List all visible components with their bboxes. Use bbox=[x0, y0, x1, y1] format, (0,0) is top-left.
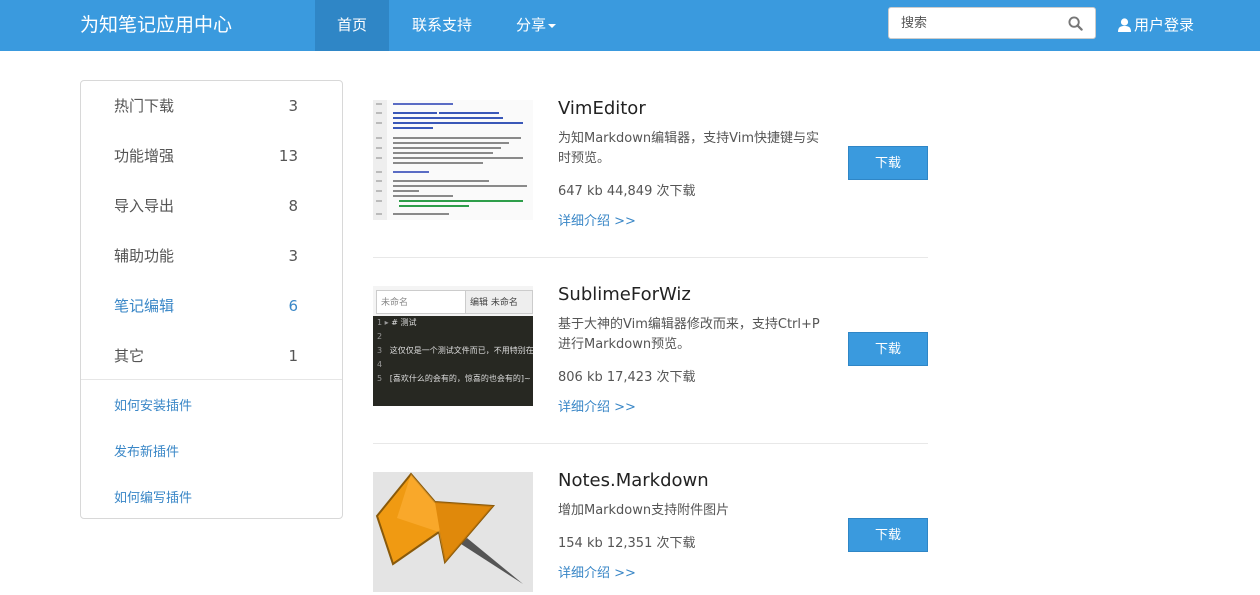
plugin-name[interactable]: Notes.Markdown bbox=[558, 470, 709, 491]
nav-support[interactable]: 联系支持 bbox=[389, 0, 495, 51]
sidebar-divider bbox=[81, 379, 342, 380]
plugin-description: 为知Markdown编辑器，支持Vim快捷键与实时预览。 bbox=[558, 131, 820, 166]
thumb-tab-2: 编辑 未命名 bbox=[465, 290, 533, 314]
category-count: 13 bbox=[278, 147, 298, 165]
user-icon bbox=[1118, 18, 1131, 32]
category-label: 其它 bbox=[114, 347, 145, 365]
category-note-editing[interactable]: 笔记编辑 6 bbox=[114, 294, 314, 318]
help-link-publish[interactable]: 发布新插件 bbox=[114, 441, 179, 460]
login-label: 用户登录 bbox=[1134, 16, 1195, 34]
site-brand[interactable]: 为知笔记应用中心 bbox=[80, 0, 232, 51]
plugin-separator bbox=[373, 443, 928, 444]
category-label: 导入导出 bbox=[114, 197, 175, 215]
category-enhancements[interactable]: 功能增强 13 bbox=[114, 144, 314, 168]
plugin-description: 增加Markdown支持附件图片 bbox=[558, 503, 730, 518]
category-label: 热门下载 bbox=[114, 97, 175, 115]
download-button[interactable]: 下载 bbox=[848, 332, 928, 366]
plugin-stats: 647 kb 44,849 次下载 bbox=[558, 184, 696, 199]
category-count: 3 bbox=[288, 247, 298, 265]
plugin-details-link[interactable]: 详细介绍 >> bbox=[558, 396, 636, 415]
plugin-details-link[interactable]: 详细介绍 >> bbox=[558, 562, 636, 581]
plugin-name[interactable]: VimEditor bbox=[558, 98, 646, 119]
nav-share-label: 分享 bbox=[515, 16, 546, 34]
category-accessibility[interactable]: 辅助功能 3 bbox=[114, 244, 314, 268]
category-count: 8 bbox=[288, 197, 298, 215]
help-link-install[interactable]: 如何安装插件 bbox=[114, 395, 192, 414]
category-hot-downloads[interactable]: 热门下载 3 bbox=[114, 94, 314, 118]
thumb-editor: 1 ▸ # 测试 2 3 这仅仅是一个测试文件而已，不用特别在意~ ~。 4 5… bbox=[373, 316, 533, 406]
category-count: 3 bbox=[288, 97, 298, 115]
plugin-stats: 154 kb 12,351 次下载 bbox=[558, 536, 696, 551]
category-label: 功能增强 bbox=[114, 147, 175, 165]
thumb-tab-1: 未命名 bbox=[376, 290, 466, 314]
plugin-thumbnail[interactable]: 未命名 编辑 未命名 1 ▸ # 测试 2 3 这仅仅是一个测试文件而已，不用特… bbox=[373, 286, 533, 406]
plugin-thumbnail[interactable] bbox=[373, 100, 533, 220]
search-box bbox=[888, 7, 1096, 39]
plugin-thumbnail[interactable] bbox=[373, 472, 533, 592]
login-link[interactable]: 用户登录 bbox=[1118, 0, 1194, 51]
download-button[interactable]: 下载 bbox=[848, 518, 928, 552]
plugin-stats: 806 kb 17,423 次下载 bbox=[558, 370, 696, 385]
plugin-details-link[interactable]: 详细介绍 >> bbox=[558, 210, 636, 229]
category-label: 笔记编辑 bbox=[114, 297, 175, 315]
thumb-line: [喜欢什么的会有的，惊喜的也会有的]~ ~ | bbox=[389, 374, 533, 383]
thumb-line: 这仅仅是一个测试文件而已，不用特别在意~ ~。 bbox=[389, 346, 533, 355]
category-count: 1 bbox=[288, 347, 298, 365]
nav-home[interactable]: 首页 bbox=[315, 0, 389, 51]
search-input[interactable] bbox=[889, 8, 1071, 38]
caret-down-icon bbox=[548, 23, 556, 28]
search-icon[interactable] bbox=[1068, 16, 1083, 31]
pushpin-icon bbox=[373, 472, 533, 592]
nav-share-dropdown[interactable]: 分享 bbox=[495, 0, 577, 51]
category-other[interactable]: 其它 1 bbox=[114, 344, 314, 368]
category-label: 辅助功能 bbox=[114, 247, 175, 265]
help-link-write[interactable]: 如何编写插件 bbox=[114, 487, 192, 506]
category-sidebar: 热门下载 3 功能增强 13 导入导出 8 辅助功能 3 笔记编辑 6 其它 1… bbox=[80, 80, 343, 519]
category-import-export[interactable]: 导入导出 8 bbox=[114, 194, 314, 218]
plugin-name[interactable]: SublimeForWiz bbox=[558, 284, 691, 305]
code-screenshot-icon bbox=[373, 100, 527, 220]
category-count: 6 bbox=[288, 297, 298, 315]
download-button[interactable]: 下载 bbox=[848, 146, 928, 180]
plugin-description: 基于大神的Vim编辑器修改而来，支持Ctrl+P进行Markdown预览。 bbox=[558, 317, 820, 352]
top-navbar: 为知笔记应用中心 首页 联系支持 分享 用户登录 bbox=[0, 0, 1260, 51]
thumb-line: # 测试 bbox=[391, 318, 417, 327]
plugin-separator bbox=[373, 257, 928, 258]
